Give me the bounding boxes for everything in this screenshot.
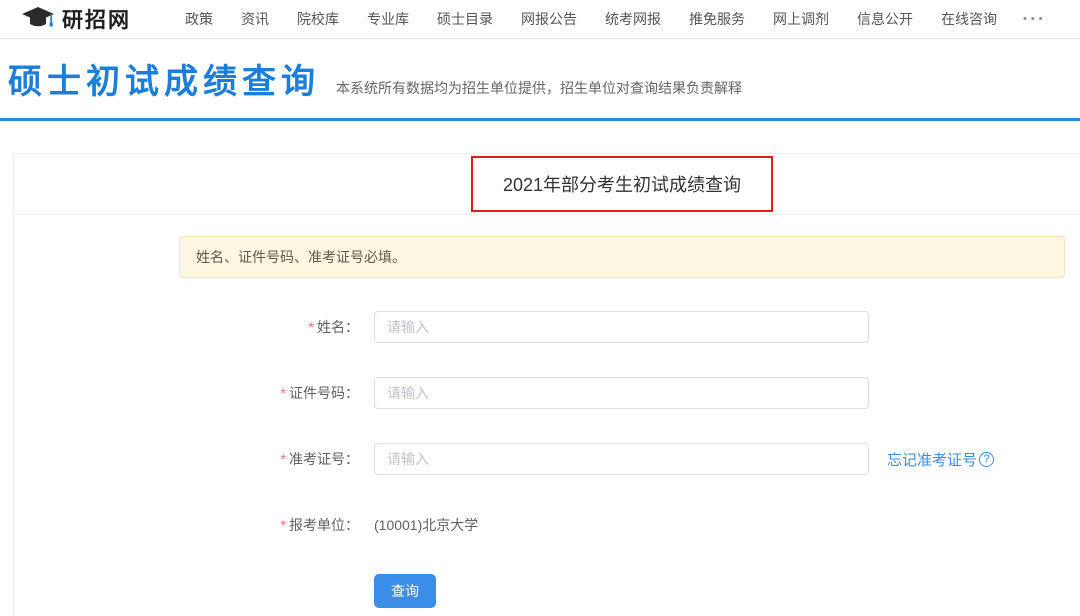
- alert-text: 姓名、证件号码、准考证号必填。: [196, 247, 406, 267]
- page-title: 硕士初试成绩查询: [8, 59, 320, 105]
- nav-more-ellipsis-icon[interactable]: •••: [1023, 13, 1047, 25]
- form-row-target-unit: *报考单位： (10001)北京大学: [14, 509, 1080, 541]
- nav-item-policy[interactable]: 政策: [185, 9, 213, 29]
- id-number-input[interactable]: [374, 377, 869, 409]
- query-card: 2021年部分考生初试成绩查询 姓名、证件号码、准考证号必填。 *姓名： *证件…: [13, 153, 1080, 616]
- form-row-ticket-number: *准考证号： 忘记准考证号?: [14, 443, 1080, 475]
- target-unit-label: *报考单位：: [14, 515, 359, 535]
- ticket-number-input[interactable]: [374, 443, 869, 475]
- nav-item-report-notice[interactable]: 网报公告: [521, 9, 577, 29]
- required-star-icon: *: [281, 385, 286, 401]
- nav-item-unified-exam[interactable]: 统考网报: [605, 9, 661, 29]
- page-subtitle: 本系统所有数据均为招生单位提供，招生单位对查询结果负责解释: [336, 78, 742, 98]
- nav-item-news[interactable]: 资讯: [241, 9, 269, 29]
- score-query-form: *姓名： *证件号码： *准考证号： 忘记准考证号? *报考单位： (10001…: [14, 311, 1080, 607]
- required-star-icon: *: [309, 319, 314, 335]
- form-row-submit: 查询: [14, 575, 1080, 607]
- ticket-number-label: *准考证号：: [14, 449, 359, 469]
- card-title: 2021年部分考生初试成绩查询: [503, 171, 741, 197]
- nav-menu: 政策 资讯 院校库 专业库 硕士目录 网报公告 统考网报 推免服务 网上调剂 信…: [157, 9, 997, 29]
- nav-item-school-lib[interactable]: 院校库: [297, 9, 339, 29]
- graduation-cap-icon: [20, 5, 56, 34]
- id-number-label: *证件号码：: [14, 383, 359, 403]
- target-unit-value: (10001)北京大学: [374, 515, 478, 535]
- nav-item-exempt-service[interactable]: 推免服务: [689, 9, 745, 29]
- forgot-ticket-link[interactable]: 忘记准考证号?: [887, 449, 994, 470]
- question-circle-icon: ?: [979, 452, 994, 467]
- required-star-icon: *: [281, 451, 286, 467]
- required-fields-alert: 姓名、证件号码、准考证号必填。: [179, 236, 1065, 278]
- nav-item-online-consult[interactable]: 在线咨询: [941, 9, 997, 29]
- query-button[interactable]: 查询: [374, 574, 436, 608]
- form-row-id-number: *证件号码：: [14, 377, 1080, 409]
- nav-item-online-adjust[interactable]: 网上调剂: [773, 9, 829, 29]
- nav-item-master-catalog[interactable]: 硕士目录: [437, 9, 493, 29]
- card-header: 2021年部分考生初试成绩查询: [14, 154, 1080, 215]
- required-star-icon: *: [281, 517, 286, 533]
- name-input[interactable]: [374, 311, 869, 343]
- page-header: 硕士初试成绩查询 本系统所有数据均为招生单位提供，招生单位对查询结果负责解释: [0, 39, 1080, 118]
- name-label: *姓名：: [14, 317, 359, 337]
- top-nav: 研招网 政策 资讯 院校库 专业库 硕士目录 网报公告 统考网报 推免服务 网上…: [0, 0, 1080, 39]
- site-logo[interactable]: 研招网: [20, 4, 131, 34]
- nav-item-info-public[interactable]: 信息公开: [857, 9, 913, 29]
- site-logo-text: 研招网: [62, 4, 131, 34]
- form-row-name: *姓名：: [14, 311, 1080, 343]
- nav-item-major-lib[interactable]: 专业库: [367, 9, 409, 29]
- main-content: 2021年部分考生初试成绩查询 姓名、证件号码、准考证号必填。 *姓名： *证件…: [0, 121, 1080, 616]
